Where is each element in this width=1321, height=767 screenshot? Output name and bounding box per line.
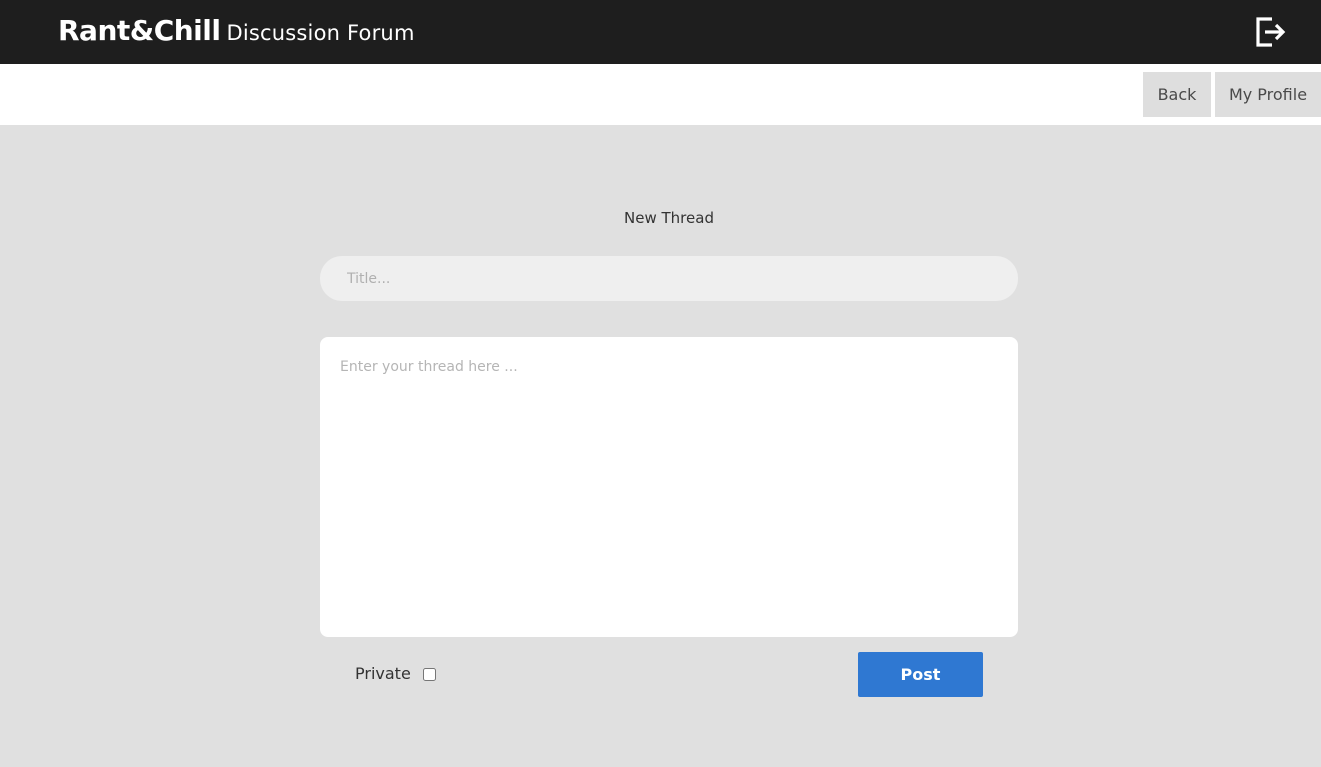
form-heading: New Thread: [624, 209, 714, 227]
brand-name: Rant&Chill: [58, 14, 221, 47]
top-header: Rant&Chill Discussion Forum: [0, 0, 1321, 64]
brand: Rant&Chill Discussion Forum: [58, 14, 415, 52]
navigation-bar: Back My Profile: [0, 64, 1321, 125]
private-label: Private: [355, 664, 411, 683]
post-button[interactable]: Post: [858, 652, 983, 697]
back-button[interactable]: Back: [1143, 72, 1211, 117]
private-checkbox[interactable]: [423, 668, 436, 681]
thread-body-textarea[interactable]: [320, 337, 1018, 637]
brand-subtitle: Discussion Forum: [226, 21, 415, 45]
logout-icon: [1256, 17, 1286, 47]
my-profile-button[interactable]: My Profile: [1215, 72, 1321, 117]
thread-title-input[interactable]: [320, 256, 1018, 301]
logout-button[interactable]: [1254, 15, 1288, 49]
